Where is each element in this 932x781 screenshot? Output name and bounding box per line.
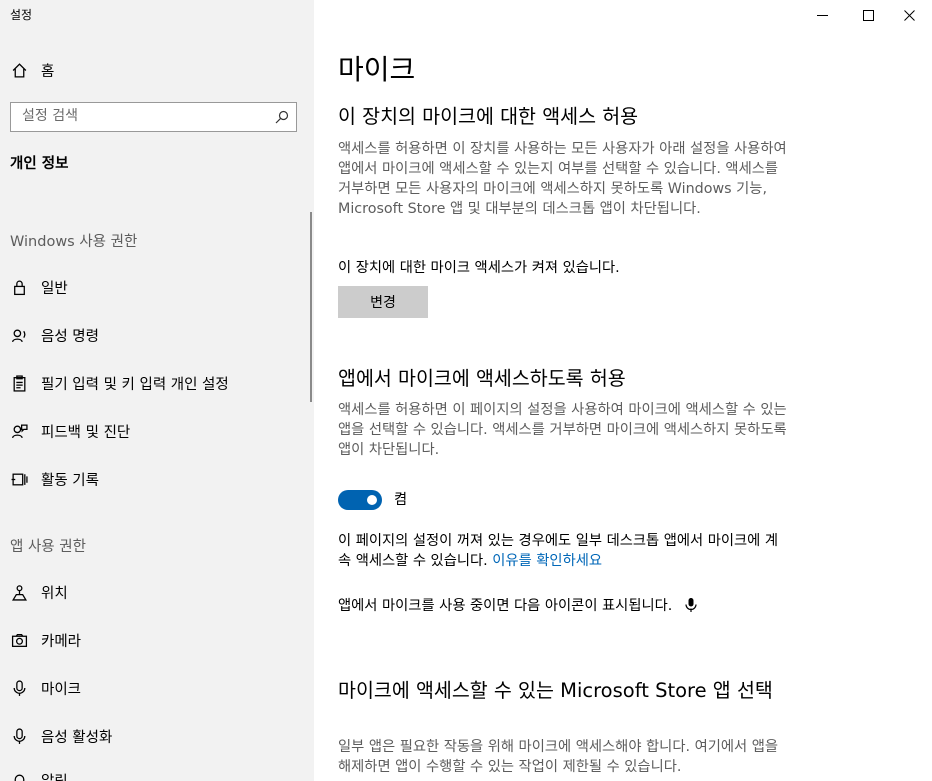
sidebar-item-speech[interactable]: 음성 명령 [0, 320, 314, 350]
maximize-icon [862, 6, 874, 25]
page-title: 마이크 [338, 53, 416, 86]
device-access-heading: 이 장치의 마이크에 대한 액세스 허용 [338, 105, 639, 128]
close-button[interactable] [886, 0, 932, 30]
sidebar: 설정 홈 개인 정보 Windows 사용 권한 일반 음성 명령 필기 입력 … [0, 0, 314, 781]
speech-icon [10, 326, 28, 344]
sidebar-item-label: 일반 [41, 280, 68, 297]
close-icon [903, 6, 915, 25]
activity-icon [10, 470, 28, 488]
sidebar-item-inking-typing[interactable]: 필기 입력 및 키 입력 개인 설정 [0, 368, 314, 398]
sidebar-item-label: 피드백 및 진단 [41, 424, 131, 441]
search-input[interactable] [22, 108, 262, 124]
app-access-heading: 앱에서 마이크에 액세스하도록 허용 [338, 367, 626, 390]
sidebar-item-notifications[interactable]: 알림 [0, 765, 314, 781]
minimize-button[interactable] [799, 0, 845, 30]
device-access-status: 이 장치에 대한 마이크 액세스가 켜져 있습니다. [338, 260, 620, 276]
search-icon[interactable] [274, 109, 290, 125]
microphone-icon [685, 598, 697, 612]
sidebar-item-general[interactable]: 일반 [0, 272, 314, 302]
lock-icon [10, 278, 28, 296]
sidebar-item-label: 활동 기록 [41, 472, 99, 489]
change-button[interactable]: 변경 [338, 286, 428, 318]
toggle-state-label: 켬 [394, 492, 408, 508]
app-access-description: 액세스를 허용하면 이 페이지의 설정을 사용하여 마이크에 액세스할 수 있는… [338, 402, 787, 458]
minimize-icon [816, 6, 828, 25]
camera-icon [10, 631, 28, 649]
desktop-apps-note: 이 페이지의 설정이 꺼져 있는 경우에도 일부 데스크톱 앱에서 마이크에 계… [338, 531, 790, 571]
sidebar-section-title: 개인 정보 [10, 156, 69, 172]
sidebar-item-label: 마이크 [41, 681, 82, 698]
maximize-button[interactable] [845, 0, 891, 30]
feedback-icon [10, 422, 28, 440]
sidebar-item-home[interactable]: 홈 [0, 56, 314, 84]
store-apps-heading: 마이크에 액세스할 수 있는 Microsoft Store 앱 선택 [338, 679, 773, 702]
sidebar-item-activity-history[interactable]: 활동 기록 [0, 464, 314, 494]
sidebar-scrollbar[interactable] [310, 212, 312, 402]
device-access-description: 액세스를 허용하면 이 장치를 사용하는 모든 사용자가 아래 설정을 사용하여… [338, 141, 787, 217]
home-icon [10, 61, 28, 79]
mic-in-use-note-text: 앱에서 마이크를 사용 중이면 다음 아이콘이 표시됩니다. [338, 598, 673, 614]
windows-permissions-header: Windows 사용 권한 [10, 234, 138, 250]
sidebar-item-camera[interactable]: 카메라 [0, 625, 314, 655]
window-title: 설정 [10, 8, 33, 22]
app-access-toggle[interactable] [338, 490, 382, 510]
sidebar-item-location[interactable]: 위치 [0, 577, 314, 607]
clipboard-icon [10, 374, 28, 392]
app-permissions-header: 앱 사용 권한 [10, 539, 86, 555]
learn-why-link[interactable]: 이유를 확인하세요 [492, 553, 602, 569]
sidebar-item-label: 음성 활성화 [41, 729, 113, 746]
sidebar-item-label: 필기 입력 및 키 입력 개인 설정 [41, 376, 229, 393]
mic-in-use-note: 앱에서 마이크를 사용 중이면 다음 아이콘이 표시됩니다. [338, 596, 790, 616]
toggle-knob [367, 495, 377, 505]
sidebar-item-voice-activation[interactable]: 음성 활성화 [0, 721, 314, 751]
sidebar-item-microphone[interactable]: 마이크 [0, 673, 314, 703]
sidebar-item-feedback[interactable]: 피드백 및 진단 [0, 416, 314, 446]
notification-icon [10, 771, 28, 781]
microphone-icon [10, 679, 28, 697]
sidebar-item-label: 위치 [41, 585, 68, 602]
sidebar-item-label: 홈 [41, 63, 55, 80]
location-icon [10, 583, 28, 601]
voice-activation-icon [10, 727, 28, 745]
sidebar-item-label: 카메라 [41, 633, 82, 650]
store-apps-description: 일부 앱은 필요한 작동을 위해 마이크에 액세스해야 합니다. 여기에서 앱을… [338, 739, 779, 775]
sidebar-item-label: 음성 명령 [41, 328, 99, 345]
search-box[interactable] [10, 102, 297, 132]
sidebar-item-label: 알림 [41, 770, 68, 781]
